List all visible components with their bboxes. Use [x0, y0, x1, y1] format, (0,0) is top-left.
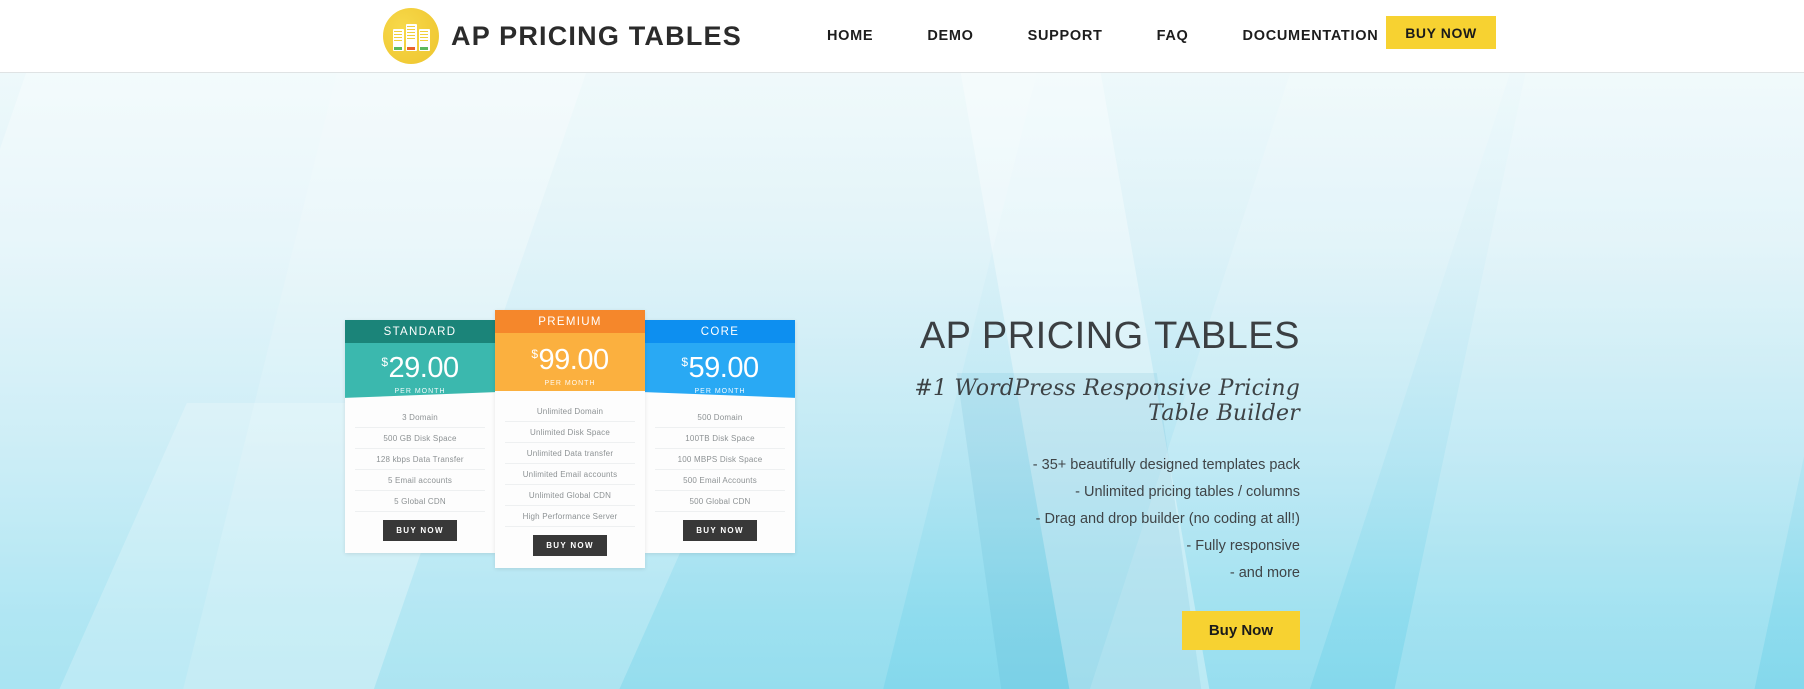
hero-feature-item: - Drag and drop builder (no coding at al… [1035, 510, 1300, 527]
pricing-column-standard: STANDARD $29.00 PER MONTH 3 Domain 500 G… [345, 320, 495, 553]
header-inner: AP PRICING TABLES HOME DEMO SUPPORT FAQ … [0, 0, 1804, 72]
feature-item: Unlimited Data transfer [505, 443, 635, 464]
currency-symbol: $ [681, 355, 688, 370]
pricing-column-title: STANDARD [345, 320, 495, 343]
pricing-amount: $59.00 [681, 352, 760, 384]
pricing-column-title: CORE [645, 320, 795, 343]
price-value: 29.00 [388, 352, 460, 384]
header-buy-now-button[interactable]: BUY NOW [1386, 16, 1496, 49]
pricing-features-list: 3 Domain 500 GB Disk Space 128 kbps Data… [345, 403, 495, 512]
pricing-column-price-block: $99.00 PER MONTH [495, 333, 645, 397]
feature-item: 500 GB Disk Space [355, 428, 485, 449]
pricing-amount: $99.00 [531, 344, 610, 376]
brand-name: AP PRICING TABLES [451, 20, 742, 51]
hero-feature-item: - Fully responsive [1186, 537, 1300, 554]
hero-subtitle: #1 WordPress Responsive Pricing Table Bu… [914, 375, 1300, 426]
hero-copy: AP PRICING TABLES #1 WordPress Responsiv… [860, 315, 1300, 650]
feature-item: Unlimited Domain [505, 401, 635, 422]
pricing-features-list: 500 Domain 100TB Disk Space 100 MBPS Dis… [645, 403, 795, 512]
pricing-column-price-block: $59.00 PER MONTH [645, 343, 795, 403]
pricing-buy-now-button-core[interactable]: BUY NOW [683, 520, 757, 541]
logo-cards [392, 24, 430, 51]
site-header: AP PRICING TABLES HOME DEMO SUPPORT FAQ … [0, 0, 1804, 73]
brand-logo[interactable]: AP PRICING TABLES [383, 8, 742, 64]
hero-feature-item: - and more [1229, 564, 1300, 581]
nav-item-home[interactable]: HOME [800, 28, 900, 44]
pricing-cta-wrap: BUY NOW [495, 527, 645, 568]
feature-item: Unlimited Disk Space [505, 422, 635, 443]
hero-feature-item: - 35+ beautifully designed templates pac… [1032, 456, 1300, 473]
feature-item: 128 kbps Data Transfer [355, 449, 485, 470]
pricing-buy-now-button-standard[interactable]: BUY NOW [383, 520, 457, 541]
feature-item: 500 Email Accounts [655, 470, 785, 491]
hero-section: STANDARD $29.00 PER MONTH 3 Domain 500 G… [0, 73, 1804, 689]
pricing-column-premium: PREMIUM $99.00 PER MONTH Unlimited Domai… [495, 310, 645, 568]
feature-item: High Performance Server [505, 506, 635, 527]
price-slant-divider [495, 391, 645, 397]
pricing-cta-wrap: BUY NOW [345, 512, 495, 553]
pricing-column-core: CORE $59.00 PER MONTH 500 Domain 100TB D… [645, 320, 795, 553]
currency-symbol: $ [531, 347, 538, 362]
nav-item-documentation[interactable]: DOCUMENTATION [1216, 28, 1406, 44]
price-value: 59.00 [688, 352, 760, 384]
pricing-table: STANDARD $29.00 PER MONTH 3 Domain 500 G… [345, 310, 795, 570]
main-navigation: HOME DEMO SUPPORT FAQ DOCUMENTATION [800, 0, 1405, 72]
price-period: PER MONTH [544, 380, 596, 387]
price-value: 99.00 [538, 344, 610, 376]
hero-feature-list: - 35+ beautifully designed templates pac… [860, 452, 1300, 587]
feature-item: 5 Email accounts [355, 470, 485, 491]
pricing-tables-logo-icon [383, 8, 439, 64]
feature-item: 100 MBPS Disk Space [655, 449, 785, 470]
pricing-buy-now-button-premium[interactable]: BUY NOW [533, 535, 607, 556]
pricing-column-title: PREMIUM [495, 310, 645, 333]
feature-item: 500 Domain [655, 407, 785, 428]
pricing-cta-wrap: BUY NOW [645, 512, 795, 553]
feature-item: Unlimited Email accounts [505, 464, 635, 485]
feature-item: 500 Global CDN [655, 491, 785, 512]
nav-item-faq[interactable]: FAQ [1130, 28, 1216, 44]
pricing-amount: $29.00 [381, 352, 460, 384]
currency-symbol: $ [381, 355, 388, 370]
nav-item-support[interactable]: SUPPORT [1001, 28, 1130, 44]
logo-card-right [418, 29, 430, 51]
pricing-column-price-block: $29.00 PER MONTH [345, 343, 495, 403]
hero-buy-now-button[interactable]: Buy Now [1181, 610, 1300, 650]
feature-item: 5 Global CDN [355, 491, 485, 512]
feature-item: Unlimited Global CDN [505, 485, 635, 506]
logo-card-center [405, 24, 417, 51]
hero-feature-item: - Unlimited pricing tables / columns [1075, 483, 1300, 500]
feature-item: 3 Domain [355, 407, 485, 428]
logo-card-left [392, 29, 404, 51]
pricing-features-list: Unlimited Domain Unlimited Disk Space Un… [495, 397, 645, 527]
feature-item: 100TB Disk Space [655, 428, 785, 449]
hero-title: AP PRICING TABLES [919, 315, 1300, 357]
nav-item-demo[interactable]: DEMO [900, 28, 1000, 44]
